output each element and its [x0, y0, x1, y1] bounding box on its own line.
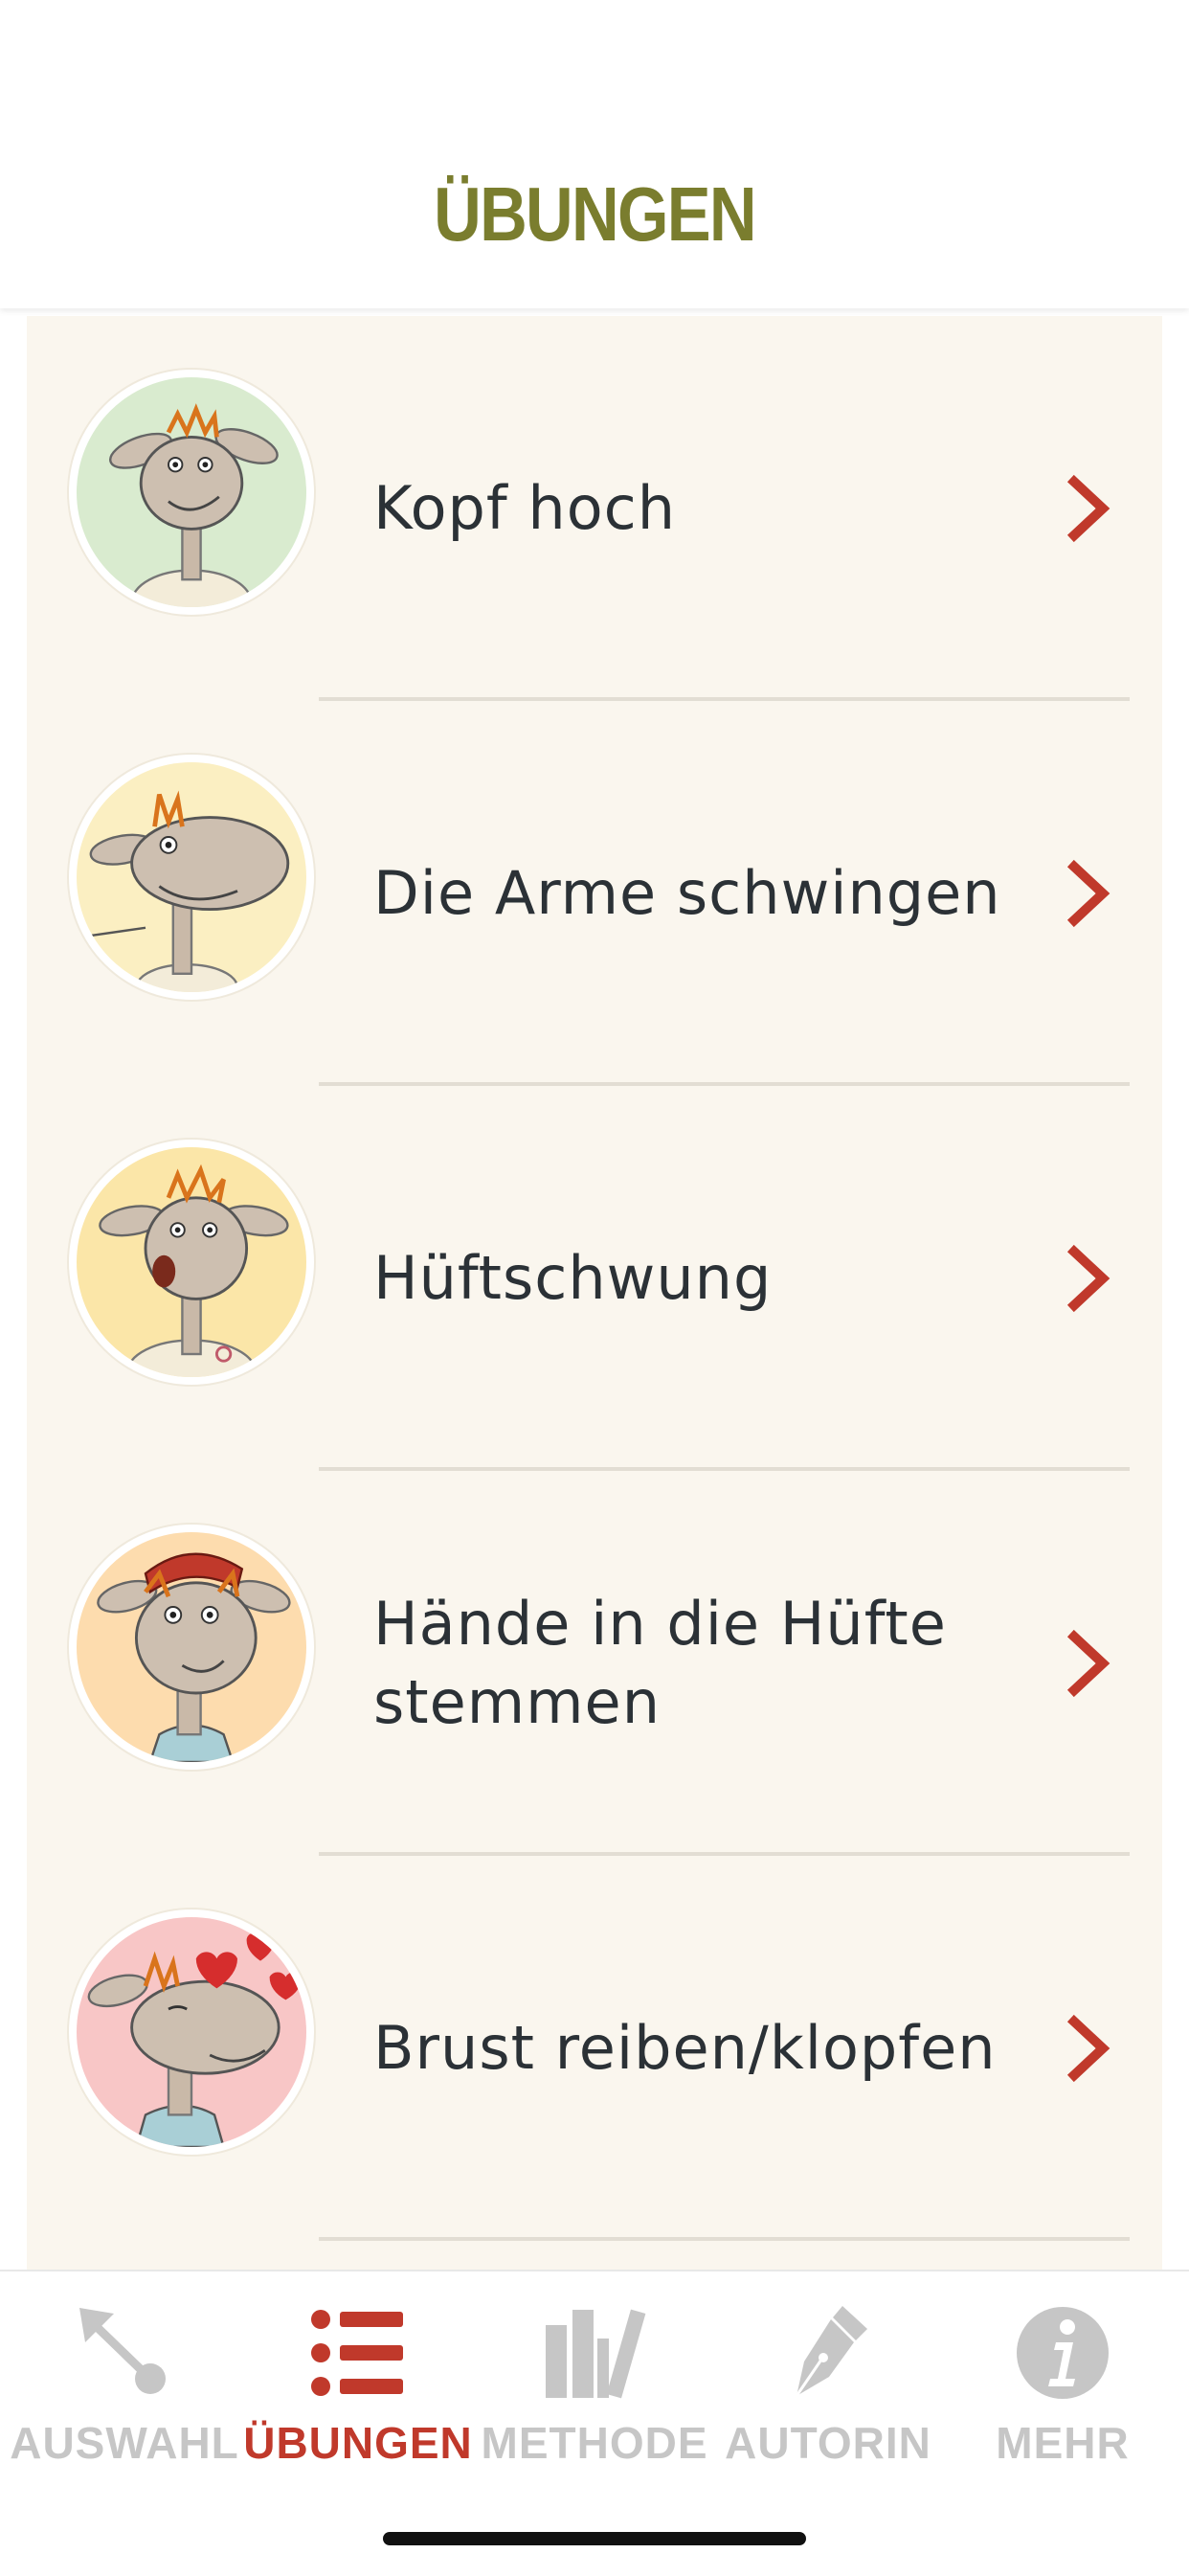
info-icon — [1017, 2307, 1109, 2399]
arrow-pin-icon — [79, 2308, 166, 2394]
chevron-right-icon — [1066, 1244, 1110, 1313]
list-icon — [311, 2310, 403, 2396]
exercise-label: Brust reiben/klopfen — [373, 2013, 997, 2083]
chevron-right-icon — [1066, 859, 1110, 928]
sheep-hands-on-hips-icon — [69, 1525, 314, 1770]
tab-mehr[interactable]: MEHR — [944, 2300, 1181, 2482]
exercise-label: Hüftschwung — [373, 1243, 773, 1313]
sheep-hip-swing-icon — [69, 1140, 314, 1385]
divider — [319, 2237, 1130, 2241]
tab-uebungen[interactable]: ÜBUNGEN — [239, 2300, 477, 2482]
exercise-label: Hände in die Hüfte stemmen — [373, 1589, 947, 1737]
tab-bar: AUSWAHL ÜBUNGEN METHODE AUTORIN MEHR — [0, 2270, 1189, 2576]
exercise-list[interactable]: Kopf hoch Die Arme schwingen Hüftschwung… — [27, 316, 1162, 2270]
sheep-swinging-arms-icon — [69, 755, 314, 1000]
chevron-right-icon — [1066, 2014, 1110, 2083]
exercise-label: Kopf hoch — [373, 473, 677, 543]
exercise-row-haende-in-die-huefte-stemmen[interactable]: Hände in die Hüfte stemmen — [27, 1471, 1162, 1856]
sheep-chest-rub-icon — [69, 1909, 314, 2155]
books-icon — [546, 2309, 646, 2399]
tab-methode[interactable]: METHODE — [476, 2300, 713, 2482]
tab-label: METHODE — [481, 2418, 708, 2468]
tab-autorin[interactable]: AUTORIN — [709, 2300, 947, 2482]
exercise-row-brust-reiben-klopfen[interactable]: Brust reiben/klopfen — [27, 1856, 1162, 2241]
chevron-right-icon — [1066, 1629, 1110, 1698]
page-title: ÜBUNGEN — [434, 171, 757, 257]
home-indicator[interactable] — [383, 2532, 806, 2545]
tab-label: MEHR — [996, 2418, 1130, 2468]
exercise-row-hueftschwung[interactable]: Hüftschwung — [27, 1086, 1162, 1471]
exercise-row-die-arme-schwingen[interactable]: Die Arme schwingen — [27, 701, 1162, 1086]
chevron-right-icon — [1066, 474, 1110, 543]
nav-header: ÜBUNGEN — [0, 0, 1189, 308]
tab-label: AUTORIN — [725, 2418, 931, 2468]
exercise-label: Die Arme schwingen — [373, 858, 1001, 928]
tab-auswahl[interactable]: AUSWAHL — [6, 2300, 243, 2482]
tab-label: AUSWAHL — [10, 2418, 239, 2468]
sheep-head-up-icon — [69, 370, 314, 615]
exercise-row-kopf-hoch[interactable]: Kopf hoch — [27, 316, 1162, 701]
fountain-pen-icon — [795, 2306, 867, 2397]
tab-label: ÜBUNGEN — [243, 2418, 473, 2468]
